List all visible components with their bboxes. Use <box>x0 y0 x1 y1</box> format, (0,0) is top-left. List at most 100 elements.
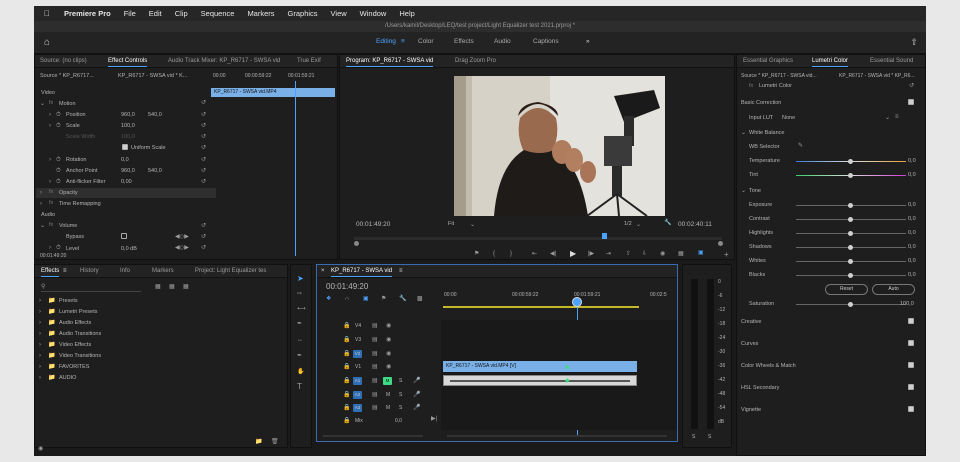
position-stopwatch-icon[interactable]: ⏱ <box>56 112 61 118</box>
go-to-in-icon[interactable]: ⇤ <box>532 251 537 257</box>
selection-tool-icon[interactable]: ➤ <box>297 275 304 283</box>
scale-stopwatch-icon[interactable]: ⏱ <box>56 123 61 129</box>
track-a3-label[interactable]: A3 <box>353 404 362 412</box>
v3-eye-icon[interactable]: ◉ <box>386 337 391 343</box>
ec-timecode[interactable]: 00:01:49:20 <box>40 253 66 259</box>
blacks-knob[interactable] <box>848 273 853 278</box>
tab-true-exif[interactable]: True Exif <box>297 58 321 64</box>
tab-audio-track-mixer[interactable]: Audio Track Mixer: KP_R6717 - SWSA vid <box>168 58 280 64</box>
reset-button[interactable]: Reset <box>825 284 868 295</box>
v1-eye-icon[interactable]: ◉ <box>386 364 391 370</box>
shadows-value[interactable]: 0,0 <box>908 244 916 250</box>
track-v3-label[interactable]: V3 <box>355 337 361 343</box>
track-a1-label[interactable]: A1 <box>353 377 362 385</box>
antiflicker-value[interactable]: 0,00 <box>121 179 132 185</box>
tint-slider[interactable] <box>796 173 906 178</box>
export-frame-icon[interactable]: ◉ <box>660 251 665 257</box>
opacity-expand-icon[interactable]: › <box>40 190 42 196</box>
curves-checkbox[interactable] <box>908 340 914 346</box>
reset-position-icon[interactable]: ↺ <box>201 112 206 118</box>
reset-level-icon[interactable]: ↺ <box>201 245 206 251</box>
workspace-tab-effects[interactable]: Effects <box>454 38 474 45</box>
tab-source[interactable]: Source: (no clips) <box>40 58 87 64</box>
audio-folder-item[interactable]: AUDIO <box>59 375 76 381</box>
time-remap-expand-icon[interactable]: › <box>40 201 42 207</box>
reset-motion-icon[interactable]: ↺ <box>201 100 206 106</box>
color-wheels-checkbox[interactable] <box>908 362 914 368</box>
add-marker-timeline-icon[interactable]: ⚑ <box>381 296 386 302</box>
volume-expand-icon[interactable]: ⌄ <box>40 223 45 229</box>
meter-solo-right[interactable]: S <box>708 434 711 440</box>
motion-expand-icon[interactable]: ⌄ <box>40 101 45 107</box>
expand-rotation-icon[interactable]: › <box>49 157 51 163</box>
workspace-tab-editing[interactable]: Editing <box>376 38 396 45</box>
tab-project[interactable]: Project: Light Equalizer tes <box>195 268 266 274</box>
reset-antiflicker-icon[interactable]: ↺ <box>201 179 206 185</box>
vignette-header[interactable]: Vignette <box>741 407 761 413</box>
sequence-clip-label[interactable]: KP_R6717 - SWSA vid * K... <box>118 73 187 79</box>
add-marker-icon[interactable]: ⚑ <box>474 251 479 257</box>
auto-button[interactable]: Auto <box>872 284 915 295</box>
tint-value[interactable]: 0,0 <box>908 172 916 178</box>
audio-transitions-item[interactable]: Audio Transitions <box>59 331 101 337</box>
a2-mute-button[interactable]: M <box>386 392 390 398</box>
ripple-edit-tool-icon[interactable]: ⟷ <box>297 306 306 312</box>
source-clip-label[interactable]: Source * KP_R6717... <box>40 73 94 79</box>
temperature-knob[interactable] <box>848 159 853 164</box>
bypass-checkbox[interactable] <box>121 233 127 239</box>
input-lut-chevron-icon[interactable]: ⌄ <box>885 115 890 121</box>
step-back-icon[interactable]: ◀| <box>550 251 556 257</box>
hand-tool-icon[interactable]: ✋ <box>297 369 304 375</box>
effects-menu-icon[interactable]: ≡ <box>63 268 67 274</box>
lumetri-presets-expand-icon[interactable]: › <box>39 309 41 315</box>
mark-out-icon[interactable]: } <box>510 251 512 257</box>
whites-value[interactable]: 0,0 <box>908 258 916 264</box>
lumetri-reset-icon[interactable]: ↺ <box>909 83 914 89</box>
razor-tool-icon[interactable]: ✒ <box>297 321 302 327</box>
track-a2-label[interactable]: A2 <box>353 391 362 399</box>
video-effects-item[interactable]: Video Effects <box>59 342 91 348</box>
video-effects-expand-icon[interactable]: › <box>39 342 41 348</box>
time-remapping-label[interactable]: Time Remapping <box>59 201 101 207</box>
mix-navigate-icon[interactable]: ▶| <box>431 416 437 422</box>
tab-info[interactable]: Info <box>120 268 130 274</box>
audio-folder-expand-icon[interactable]: › <box>39 375 41 381</box>
vr-toggle-icon[interactable]: ▣ <box>698 250 704 256</box>
lumetri-effect-name[interactable]: Lumetri Color <box>759 83 792 89</box>
menu-sequence[interactable]: Sequence <box>201 9 235 18</box>
anchor-stopwatch-icon[interactable]: ⏱ <box>56 168 61 174</box>
program-timecode[interactable]: 00:01:49:20 <box>356 221 390 228</box>
timeline-timecode[interactable]: 00:01:49:20 <box>326 282 368 291</box>
exposure-value[interactable]: 0,0 <box>908 202 916 208</box>
linked-selection-icon[interactable]: ▣ <box>363 296 369 302</box>
menu-help[interactable]: Help <box>399 9 414 18</box>
tone-expand-icon[interactable]: ⌄ <box>741 188 746 194</box>
resolution-chevron-icon[interactable]: ⌄ <box>636 222 641 228</box>
whites-knob[interactable] <box>848 259 853 264</box>
mix-value[interactable]: 0,0 <box>395 418 402 424</box>
white-balance-header[interactable]: White Balance <box>749 130 784 136</box>
basic-correction-header[interactable]: Basic Correction <box>741 100 781 106</box>
anchor-x-value[interactable]: 960,0 <box>121 168 135 174</box>
exposure-slider[interactable] <box>796 203 906 208</box>
32bit-effects-icon[interactable]: ▦ <box>169 284 175 290</box>
app-name-menu[interactable]: Premiere Pro <box>64 9 111 18</box>
contrast-slider[interactable] <box>796 217 906 222</box>
level-keyframe-nav-icon[interactable]: ◀◇▶ <box>175 245 189 251</box>
v2-lock-icon[interactable]: 🔒 <box>343 351 350 357</box>
input-lut-menu-icon[interactable]: ≡ <box>895 114 899 120</box>
type-tool-icon[interactable]: T <box>297 383 302 391</box>
tab-essential-sound[interactable]: Essential Sound <box>870 58 913 64</box>
v1-sync-icon[interactable]: ▤ <box>372 364 378 370</box>
a2-lock-icon[interactable]: 🔒 <box>343 392 350 398</box>
shadows-knob[interactable] <box>848 245 853 250</box>
program-playhead[interactable] <box>602 233 607 239</box>
video-transitions-item[interactable]: Video Transitions <box>59 353 101 359</box>
share-icon[interactable]: ⇧ <box>910 37 918 48</box>
a1-sync-icon[interactable]: ▤ <box>372 378 378 384</box>
lumetri-source-label[interactable]: Source * KP_R6717 - SWSA vid... <box>741 73 817 79</box>
expand-position-icon[interactable]: › <box>49 112 51 118</box>
scale-value[interactable]: 100,0 <box>121 123 135 129</box>
program-scrubber[interactable] <box>354 237 722 240</box>
go-to-out-icon[interactable]: ⇥ <box>606 251 611 257</box>
